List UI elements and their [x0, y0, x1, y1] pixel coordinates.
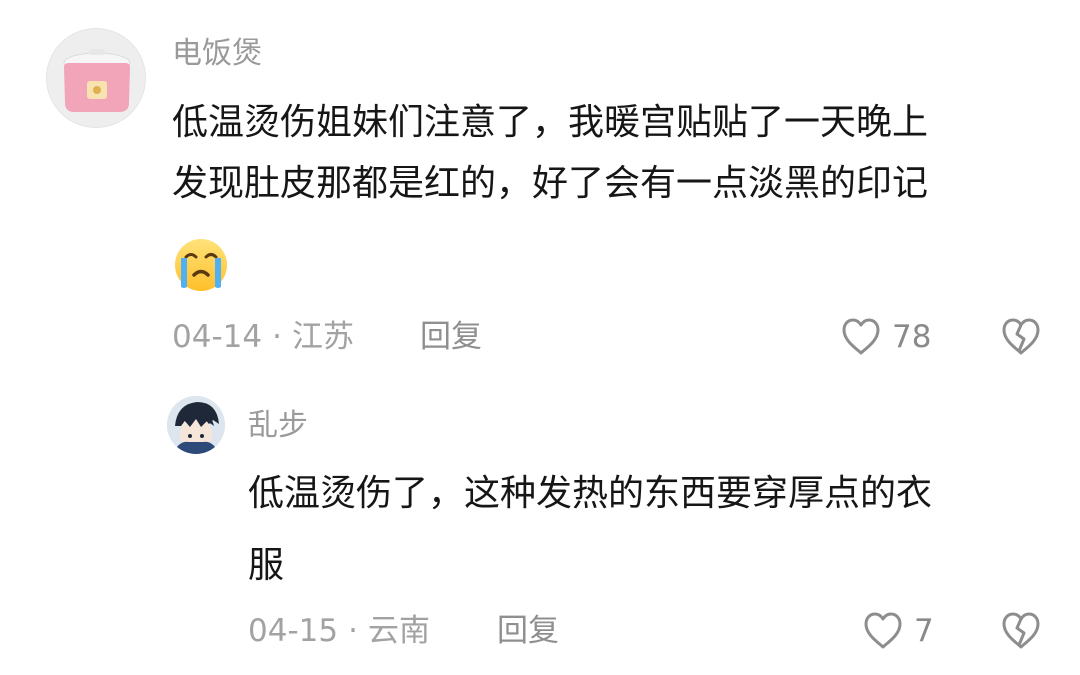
- like-button[interactable]: [840, 317, 882, 357]
- reply-reply-button[interactable]: 回复: [497, 611, 559, 651]
- crying-face-emoji: [172, 237, 230, 293]
- user-avatar[interactable]: [46, 28, 146, 128]
- reply-text-line-2: 服: [248, 545, 285, 586]
- reply-user-avatar[interactable]: [167, 396, 225, 454]
- comment-date: 04-14: [172, 319, 263, 355]
- comment-location: 江苏: [291, 319, 354, 355]
- meta-separator: ·: [272, 319, 282, 355]
- reply-dislike-button[interactable]: [1000, 611, 1042, 651]
- anime-avatar-icon: [167, 396, 225, 454]
- reply-like-button[interactable]: [862, 611, 904, 651]
- broken-heart-icon: [1002, 612, 1040, 649]
- reply-button[interactable]: 回复: [420, 317, 482, 357]
- meta-separator: ·: [348, 613, 358, 649]
- comment-username[interactable]: 电饭煲: [172, 36, 262, 72]
- heart-icon: [842, 318, 880, 355]
- comment-text-line-1: 低温烫伤姐妹们注意了，我暖宫贴贴了一天晚上: [172, 102, 929, 143]
- rice-cooker-icon: [47, 29, 145, 127]
- reply-meta: 04-15 · 云南: [248, 611, 430, 651]
- like-count: 78: [892, 319, 932, 355]
- heart-icon: [864, 612, 902, 649]
- reply-like-count: 7: [914, 613, 934, 649]
- comment-text-line-2: 发现肚皮那都是红的，好了会有一点淡黑的印记: [172, 163, 929, 204]
- reply-date: 04-15: [248, 613, 339, 649]
- dislike-button[interactable]: [1000, 317, 1042, 357]
- reply-text-line-1: 低温烫伤了，这种发热的东西要穿厚点的衣: [248, 473, 933, 514]
- reply-location: 云南: [367, 613, 430, 649]
- reply-username[interactable]: 乱步: [248, 408, 308, 444]
- comment-meta: 04-14 · 江苏: [172, 317, 354, 357]
- broken-heart-icon: [1002, 318, 1040, 355]
